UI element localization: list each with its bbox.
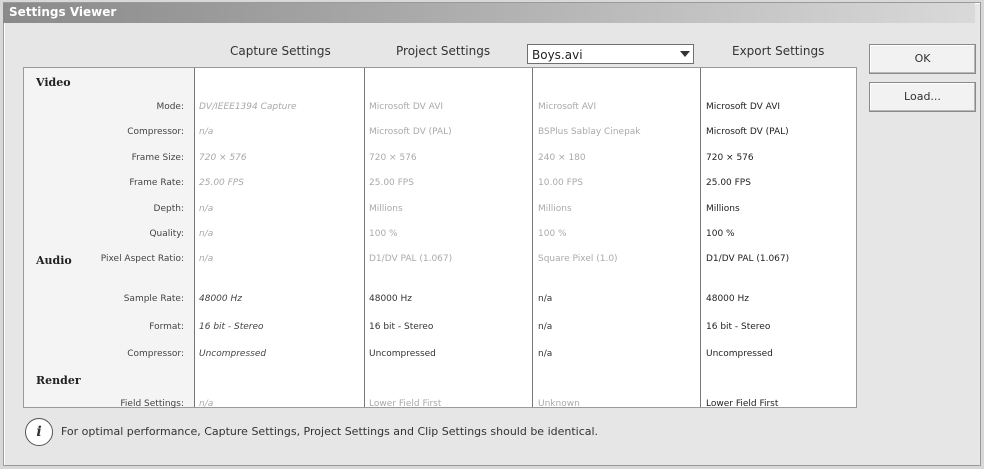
export-settings-header: Export Settings (732, 44, 825, 58)
clip-value: Square Pixel (1.0) (538, 254, 618, 264)
project-value: 720 × 576 (369, 153, 417, 163)
project-value: D1/DV PAL (1.067) (369, 254, 453, 264)
capture-value: n/a (199, 229, 214, 239)
export-value: 100 % (706, 229, 735, 239)
row-label: Quality: (149, 229, 184, 239)
clip-dropdown-value: Boys.avi (532, 48, 583, 62)
project-value: 100 % (369, 229, 398, 239)
clip-value: 100 % (538, 229, 567, 239)
info-bar: i For optimal performance, Capture Setti… (25, 418, 855, 448)
export-value: Millions (706, 204, 740, 214)
window-title: Settings Viewer (9, 5, 117, 19)
capture-value: DV/IEEE1394 Capture (199, 102, 297, 112)
clip-value: n/a (538, 349, 553, 359)
title-bar[interactable]: Settings Viewer (3, 3, 975, 23)
export-value: Lower Field First (706, 399, 779, 409)
capture-value: 16 bit - Stereo (199, 322, 264, 332)
project-value: Microsoft DV (PAL) (369, 127, 452, 137)
clip-value: n/a (538, 294, 553, 304)
load-button[interactable]: Load... (869, 82, 976, 112)
clip-value: Millions (538, 204, 572, 214)
export-value: 48000 Hz (706, 294, 749, 304)
project-value: Millions (369, 204, 403, 214)
project-value: Lower Field First (369, 399, 442, 409)
clip-value: 10.00 FPS (538, 178, 583, 188)
info-icon: i (25, 418, 53, 446)
export-value: Microsoft DV AVI (706, 102, 780, 112)
capture-value: 720 × 576 (199, 153, 247, 163)
clip-value: n/a (538, 322, 553, 332)
capture-value: n/a (199, 399, 214, 409)
capture-value: Uncompressed (199, 349, 267, 359)
capture-value: n/a (199, 204, 214, 214)
section-video: Video (36, 76, 71, 89)
clip-value: Microsoft AVI (538, 102, 597, 112)
export-value: 25.00 FPS (706, 178, 751, 188)
row-label: Compressor: (127, 127, 184, 137)
capture-settings-header: Capture Settings (230, 44, 331, 58)
row-label: Sample Rate: (123, 294, 184, 304)
project-value: 48000 Hz (369, 294, 412, 304)
capture-value: n/a (199, 254, 214, 264)
capture-value: 48000 Hz (199, 294, 242, 304)
ok-button[interactable]: OK (869, 44, 976, 74)
project-value: 25.00 FPS (369, 178, 414, 188)
clip-value: BSPlus Sablay Cinepak (538, 127, 641, 137)
project-value: 16 bit - Stereo (369, 322, 434, 332)
row-label: Field Settings: (120, 399, 184, 409)
clip-settings-dropdown[interactable]: Boys.avi (527, 44, 694, 64)
info-message: For optimal performance, Capture Setting… (61, 425, 599, 438)
capture-value: n/a (199, 127, 214, 137)
export-value: 16 bit - Stereo (706, 322, 771, 332)
project-settings-header: Project Settings (396, 44, 491, 58)
project-value: Uncompressed (369, 349, 436, 359)
section-render: Render (36, 374, 81, 387)
capture-value: 25.00 FPS (199, 178, 244, 188)
row-label: Frame Rate: (129, 178, 184, 188)
export-value: D1/DV PAL (1.067) (706, 254, 790, 264)
export-value: Microsoft DV (PAL) (706, 127, 789, 137)
row-label: Mode: (156, 102, 184, 112)
clip-value: 240 × 180 (538, 153, 586, 163)
clip-value: Unknown (538, 399, 580, 409)
settings-table: Video Audio Render Mode: DV/IEEE1394 Capt… (23, 67, 857, 409)
project-value: Microsoft DV AVI (369, 102, 443, 112)
export-value: Uncompressed (706, 349, 773, 359)
chevron-down-icon[interactable] (680, 51, 690, 57)
row-label: Compressor: (127, 349, 184, 359)
row-label: Format: (149, 322, 184, 332)
row-label: Pixel Aspect Ratio: (100, 254, 184, 264)
export-value: 720 × 576 (706, 153, 754, 163)
row-label: Depth: (153, 204, 184, 214)
row-label: Frame Size: (131, 153, 184, 163)
